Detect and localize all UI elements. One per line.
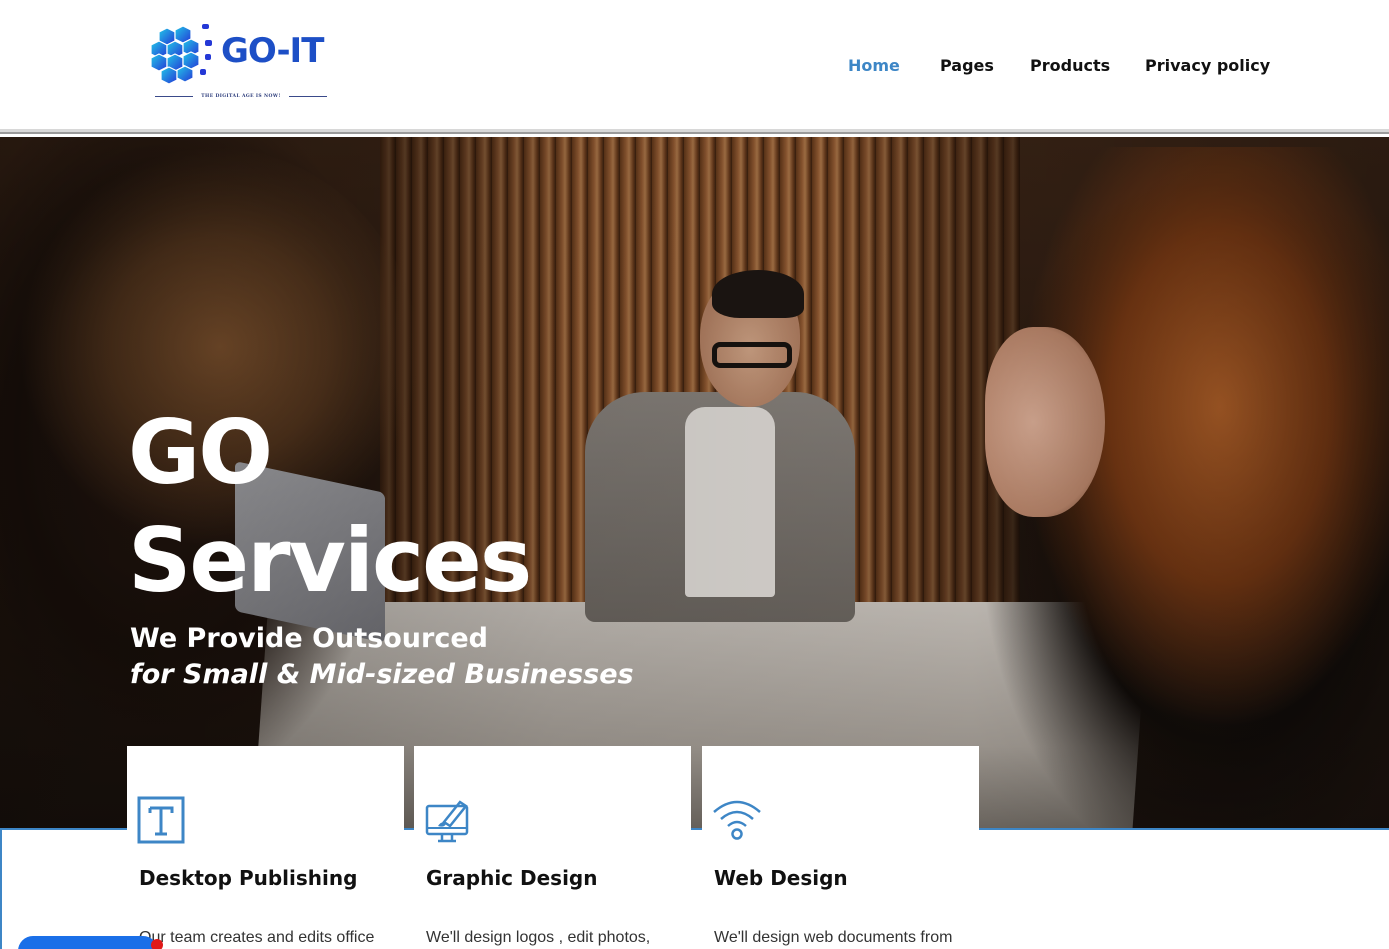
logo-text: GO-IT: [221, 31, 324, 71]
service-card-desktop-publishing[interactable]: Desktop Publishing Our team creates and …: [127, 746, 404, 949]
service-card-graphic-design[interactable]: Graphic Design We'll design logos , edit…: [414, 746, 691, 949]
divider: [289, 96, 327, 97]
logo-tagline-row: THE DIGITAL AGE IS NOW!: [155, 92, 327, 102]
section-border: [0, 828, 2, 949]
service-title: Web Design: [714, 866, 848, 890]
nav-products[interactable]: Products: [1030, 56, 1110, 75]
hero-title-line2: Services: [128, 509, 532, 612]
nav-pages[interactable]: Pages: [940, 56, 994, 75]
hero-subtitle-line1: We Provide Outsourced: [130, 623, 488, 654]
hero-title-line1: GO: [128, 401, 273, 504]
logo[interactable]: GO-IT THE DIGITAL AGE IS NOW!: [145, 20, 335, 102]
logo-tagline: THE DIGITAL AGE IS NOW!: [201, 94, 281, 99]
service-text: We'll design logos , edit photos,: [426, 929, 651, 946]
text-icon: [137, 796, 185, 844]
notification-dot: [151, 939, 163, 949]
service-title: Graphic Design: [426, 866, 598, 890]
chat-widget-button[interactable]: [18, 936, 158, 949]
logo-hex-globe-icon: [150, 24, 212, 85]
site-header: GO-IT THE DIGITAL AGE IS NOW! Home Pages…: [0, 0, 1389, 132]
design-monitor-icon: [425, 800, 469, 843]
service-title: Desktop Publishing: [139, 866, 358, 890]
service-text: We'll design web documents from: [714, 929, 953, 946]
service-card-web-design[interactable]: Web Design We'll design web documents fr…: [702, 746, 979, 949]
divider: [155, 96, 193, 97]
hero-subtitle-line2: for Small & Mid-sized Businesses: [130, 659, 634, 690]
nav-home[interactable]: Home: [848, 56, 900, 75]
wifi-icon: [713, 800, 761, 840]
hero-title: GO Services: [128, 399, 532, 615]
service-text: Our team creates and edits office: [139, 929, 375, 946]
hero-banner: GO Services We Provide Outsourced for Sm…: [0, 137, 1389, 828]
nav-privacy-policy[interactable]: Privacy policy: [1145, 56, 1270, 75]
